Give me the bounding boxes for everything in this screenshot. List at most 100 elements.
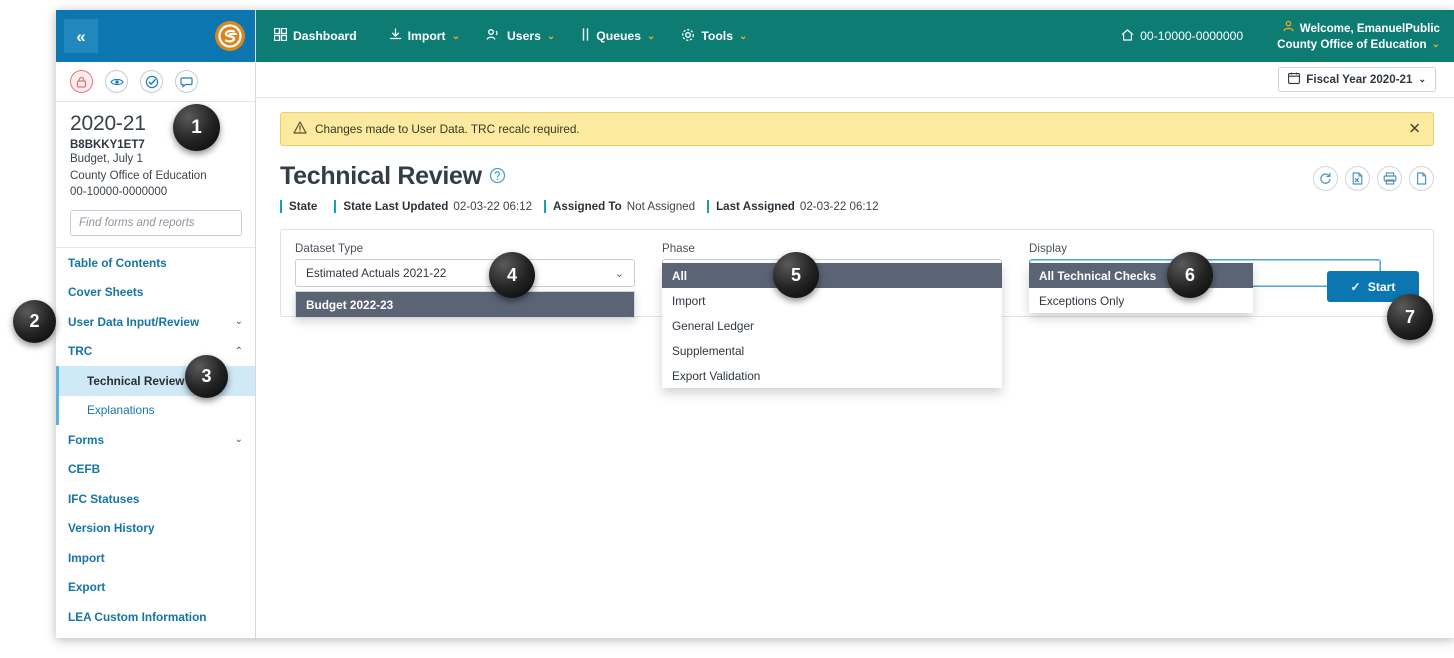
sidebar-item-cefb[interactable]: CEFB (56, 455, 255, 485)
sidebar-item-trc[interactable]: TRC ⌃ (56, 337, 255, 367)
queues-icon (581, 28, 590, 44)
user-entity-text: County Office of Education (1277, 37, 1426, 52)
status-value: 02-03-22 06:12 (453, 200, 532, 213)
home-icon (1121, 29, 1134, 44)
sidebar-item-forms[interactable]: Forms ⌄ (56, 425, 255, 455)
nav-queues[interactable]: Queues ⌄ (581, 28, 655, 44)
print-icon[interactable] (1377, 166, 1402, 191)
dataset-type-select[interactable]: Estimated Actuals 2021-22 ⌄ (295, 259, 635, 287)
dataset-type-value: Estimated Actuals 2021-22 (306, 266, 446, 280)
help-icon[interactable] (489, 162, 506, 191)
nav-label: Dashboard (293, 29, 357, 43)
status-value: 02-03-22 06:12 (800, 200, 879, 213)
sidebar-item-explanations[interactable]: Explanations (56, 396, 255, 426)
display-label: Display (1029, 242, 1381, 255)
eye-icon[interactable] (105, 70, 128, 93)
status-label: State Last Updated (343, 200, 448, 213)
status-label: Assigned To (553, 200, 622, 213)
display-dropdown-menu: All Technical Checks Exceptions Only (1029, 263, 1253, 313)
nav-label: Queues (596, 29, 641, 43)
dropdown-option[interactable]: Export Validation (662, 363, 1002, 388)
warning-icon (293, 121, 307, 137)
sidebar-item-user-data-input-review[interactable]: User Data Input/Review ⌄ (56, 307, 255, 337)
sidebar-item-label: Export (68, 580, 105, 594)
chevron-down-icon: ⌄ (235, 316, 243, 327)
close-icon[interactable]: ✕ (1408, 122, 1421, 137)
sidebar-item-label: Forms (68, 433, 104, 447)
sidebar-item-label: TRC (68, 344, 92, 358)
callout-badge-1: 1 (173, 104, 220, 151)
chevron-down-icon: ⌄ (615, 267, 624, 280)
dropdown-option[interactable]: All Technical Checks (1029, 263, 1253, 288)
dataset-type-dropdown-menu: Budget 2022-23 (295, 291, 635, 318)
callout-badge-3: 3 (185, 355, 228, 398)
page-title-text: Technical Review (280, 162, 482, 191)
nav-import[interactable]: Import ⌄ (389, 28, 460, 44)
status-state-last-updated: State Last Updated 02-03-22 06:12 (336, 200, 544, 213)
dropdown-option[interactable]: Budget 2022-23 (296, 292, 634, 317)
sub-toolbar: Fiscal Year 2020-21 ⌄ (256, 62, 1454, 98)
dropdown-option[interactable]: All (662, 263, 1002, 288)
nav-users[interactable]: Users ⌄ (486, 28, 555, 44)
sidebar-item-cover-sheets[interactable]: Cover Sheets (56, 278, 255, 308)
sidebar-item-ifc-statuses[interactable]: IFC Statuses (56, 484, 255, 514)
sidebar-item-lea-custom-information[interactable]: LEA Custom Information (56, 602, 255, 632)
nav-tools[interactable]: Tools ⌄ (681, 28, 747, 45)
callout-badge-4: 4 (489, 252, 535, 298)
user-menu[interactable]: Welcome, EmanuelPublic County Office of … (1277, 20, 1440, 51)
page-content: Changes made to User Data. TRC recalc re… (256, 98, 1454, 638)
sidebar-item-label: CEFB (68, 462, 100, 476)
sidebar-item-label: Version History (68, 521, 155, 535)
users-icon (486, 28, 501, 44)
sidebar-quick-actions (56, 62, 255, 102)
nav-dashboard[interactable]: Dashboard (274, 28, 363, 44)
user-icon (1282, 20, 1295, 36)
sidebar-item-export[interactable]: Export (56, 573, 255, 603)
callout-badge-2: 2 (13, 300, 56, 343)
dataset-type-label: Dataset Type (295, 242, 635, 255)
chevron-down-icon: ⌄ (1432, 38, 1440, 51)
document-icon[interactable] (1409, 166, 1434, 191)
sidebar-item-version-history[interactable]: Version History (56, 514, 255, 544)
phase-dropdown-menu: All Import General Ledger Supplemental E… (662, 263, 1002, 388)
sidebar-collapse-button[interactable]: « (64, 19, 98, 53)
sidebar-item-label: IFC Statuses (68, 492, 139, 506)
phase-label: Phase (662, 242, 1002, 255)
system-logo (215, 21, 245, 51)
sidebar-item-label: Table of Contents (68, 256, 167, 270)
lock-icon[interactable] (70, 70, 93, 93)
excel-export-icon[interactable] (1345, 166, 1370, 191)
dropdown-option[interactable]: General Ledger (662, 313, 1002, 338)
page-title: Technical Review (280, 162, 506, 191)
callout-badge-7: 7 (1387, 294, 1433, 340)
dropdown-option[interactable]: Supplemental (662, 338, 1002, 363)
dropdown-option[interactable]: Exceptions Only (1029, 288, 1253, 313)
status-line: State State Last Updated 02-03-22 06:12 A… (280, 200, 1434, 213)
sidebar-nav: Table of Contents Cover Sheets User Data… (56, 247, 255, 632)
status-assigned-to: Assigned To Not Assigned (546, 200, 707, 213)
refresh-icon[interactable] (1313, 166, 1338, 191)
page-title-row: Technical Review (280, 162, 1434, 191)
top-navigation: Dashboard Import ⌄ Users ⌄ (256, 10, 1454, 62)
sidebar-item-table-of-contents[interactable]: Table of Contents (56, 248, 255, 278)
fiscal-year-selector[interactable]: Fiscal Year 2020-21 ⌄ (1278, 67, 1436, 92)
entity-number: 00-10000-0000000 (70, 184, 241, 201)
status-value: Not Assigned (627, 200, 695, 213)
sidebar-item-import[interactable]: Import (56, 543, 255, 573)
search-input[interactable] (70, 210, 242, 236)
warning-message: Changes made to User Data. TRC recalc re… (315, 122, 580, 136)
main-area: Dashboard Import ⌄ Users ⌄ (256, 10, 1454, 638)
dropdown-option[interactable]: Import (662, 288, 1002, 313)
warning-banner: Changes made to User Data. TRC recalc re… (280, 112, 1434, 146)
status-label: State (289, 200, 317, 213)
comment-icon[interactable] (175, 70, 198, 93)
check-icon: ✓ (1351, 280, 1361, 294)
filter-panel: Dataset Type Estimated Actuals 2021-22 ⌄… (280, 229, 1434, 317)
callout-badge-6: 6 (1167, 252, 1213, 298)
page-action-buttons (1313, 166, 1434, 191)
home-entity-indicator[interactable]: 00-10000-0000000 (1121, 29, 1243, 44)
chevron-down-icon: ⌄ (647, 31, 655, 42)
callout-badge-5: 5 (773, 252, 819, 298)
status-state: State (282, 200, 334, 213)
check-circle-icon[interactable] (140, 70, 163, 93)
